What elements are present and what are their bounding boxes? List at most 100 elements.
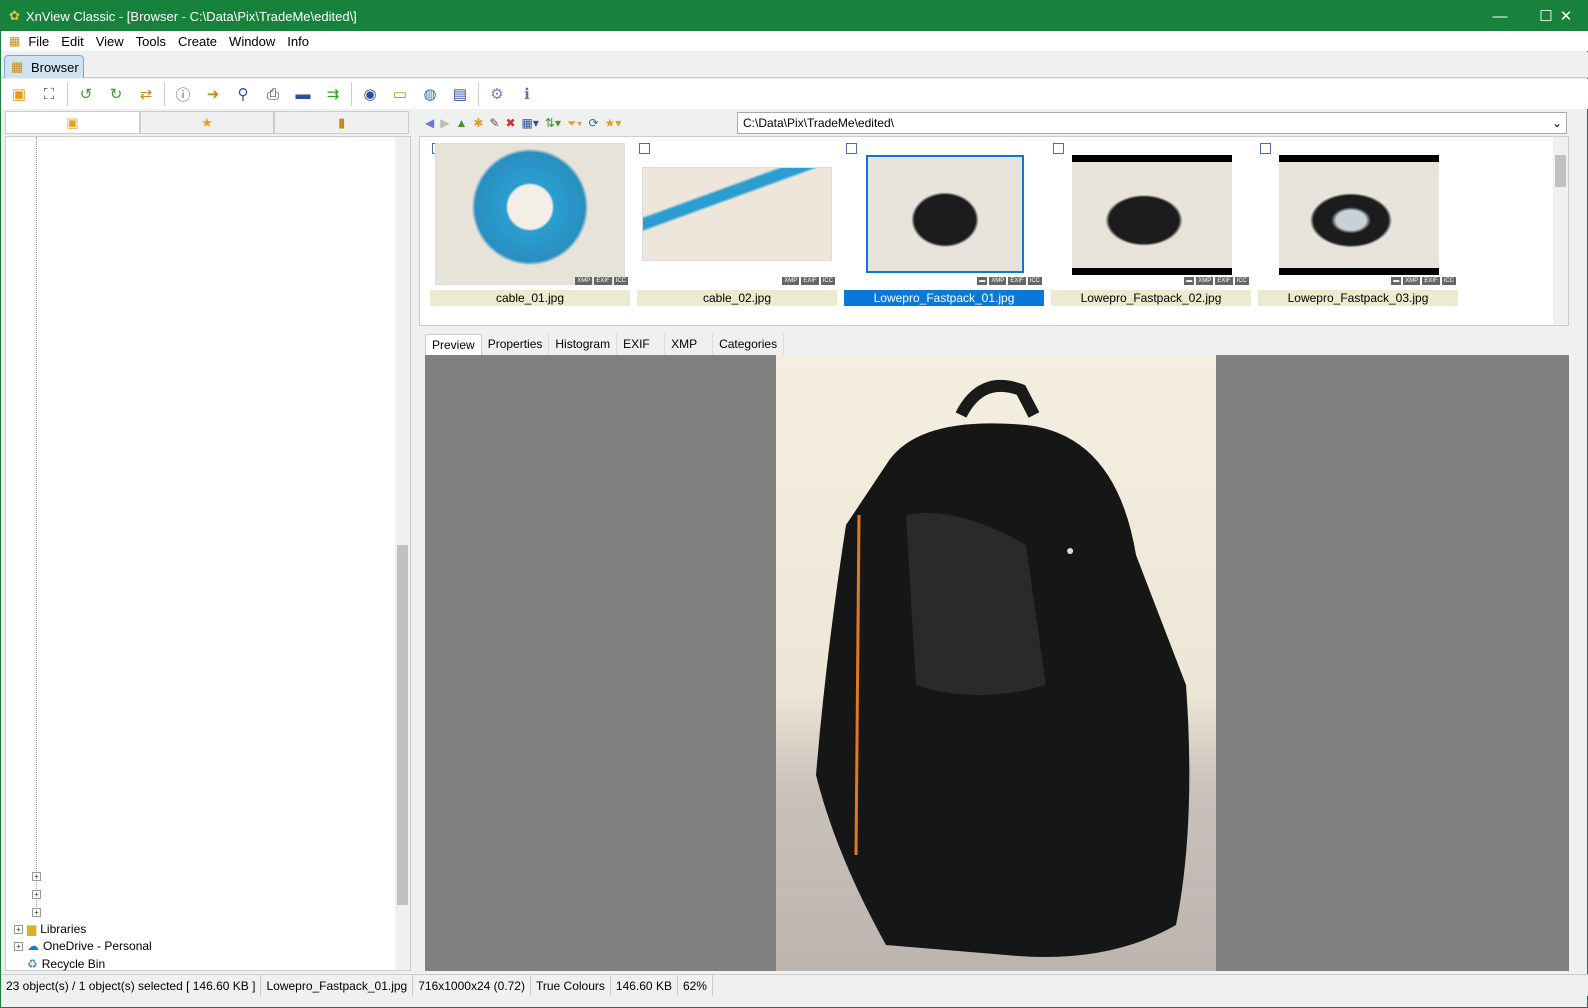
thumbnail-item[interactable]: XMP EXIF ICC cable_01.jpg: [430, 137, 630, 307]
expand-icon[interactable]: +: [14, 941, 23, 951]
folder-tree-icon: ▦: [11, 59, 24, 74]
batch-convert-icon[interactable]: ⇉: [321, 82, 345, 106]
thumbnail-scrollbar[interactable]: [1553, 137, 1568, 325]
tree-item-label: Libraries: [40, 922, 87, 936]
scan-icon[interactable]: ▬: [291, 82, 315, 106]
thumbnail-checkbox[interactable]: [1260, 143, 1271, 154]
sort-icon[interactable]: ⇅▾: [545, 116, 561, 130]
print-icon[interactable]: ⎙: [261, 82, 285, 106]
close-button[interactable]: ✕: [1543, 1, 1588, 31]
about-info-icon[interactable]: ℹ: [515, 82, 539, 106]
tab-histogram[interactable]: Histogram: [549, 334, 618, 355]
tab-categories[interactable]: Categories: [713, 334, 785, 355]
fullscreen-icon[interactable]: ⛶: [37, 82, 61, 106]
tree-item-recycle-bin[interactable]: ♻ Recycle Bin: [27, 957, 105, 971]
thumbnail-item[interactable]: ▬ XMP EXIF ICC Lowepro_Fastpack_02.jpg: [1051, 137, 1251, 307]
menu-info[interactable]: Info: [287, 34, 309, 49]
bookmark-icon: ▮: [338, 114, 346, 130]
tree-scrollbar[interactable]: [395, 137, 410, 970]
view-image-icon[interactable]: ▣: [7, 82, 31, 106]
view-mode-icon[interactable]: ▦▾: [522, 116, 539, 130]
menu-window[interactable]: Window: [229, 34, 275, 49]
thumbnail-label: Lowepro_Fastpack_02.jpg: [1051, 290, 1251, 306]
expand-icon[interactable]: +: [32, 890, 41, 899]
left-panel-tabs: ▣ ★ ▮: [5, 111, 410, 134]
panel-splitter[interactable]: [411, 136, 419, 971]
main-toolbar: ▣ ⛶ ↺ ↻ ⇄ ⓘ ➜ ⚲ ⎙ ▬ ⇉ ◉ ▭ ◍ ▤ ⚙ ℹ: [1, 79, 1588, 109]
favorites-icon[interactable]: ★▾: [605, 116, 622, 130]
slideshow-icon[interactable]: ▭: [388, 82, 412, 106]
expand-icon[interactable]: +: [32, 908, 41, 917]
new-folder-icon[interactable]: ✱: [473, 116, 483, 130]
contact-sheet-icon[interactable]: ▤: [448, 82, 472, 106]
preview-tabs: Preview Properties Histogram EXIF XMP Ca…: [425, 334, 1569, 355]
forward-icon[interactable]: ▶: [440, 116, 449, 130]
delete-icon[interactable]: ✖: [505, 116, 515, 130]
svg-text:●: ●: [1066, 542, 1074, 558]
path-text: C:\Data\Pix\TradeMe\edited\: [743, 116, 894, 130]
preview-image: ●: [776, 355, 1216, 971]
status-selection: 23 object(s) / 1 object(s) selected [ 14…: [1, 975, 262, 996]
thumbnail-item-selected[interactable]: ▬ XMP EXIF ICC Lowepro_Fastpack_01.jpg: [844, 137, 1044, 307]
thumbnail-label: cable_01.jpg: [430, 290, 630, 306]
tree-item-label: Recycle Bin: [41, 957, 106, 971]
back-icon[interactable]: ◀: [425, 116, 434, 130]
thumbnail-image: [866, 155, 1024, 273]
tab-preview[interactable]: Preview: [425, 334, 482, 355]
refresh-icon[interactable]: ⟳: [588, 116, 598, 130]
tab-browser[interactable]: ▦ Browser: [4, 55, 84, 78]
libraries-icon: ▆: [27, 922, 37, 936]
title-bar: ✿ XnView Classic - [Browser - C:\Data\Pi…: [1, 1, 1588, 31]
folder-tree[interactable]: + + + + ▆ Libraries + ☁ OneDrive - Personal …: [5, 136, 411, 971]
tab-exif[interactable]: EXIF: [617, 334, 666, 355]
path-input[interactable]: C:\Data\Pix\TradeMe\edited\ ⌄: [737, 112, 1567, 134]
rotate-right-icon[interactable]: ↻: [104, 82, 128, 106]
folders-icon: ▣: [66, 114, 79, 130]
status-bar: 23 object(s) / 1 object(s) selected [ 14…: [1, 974, 1588, 996]
thumbnail-image: [1279, 155, 1439, 275]
tab-xmp[interactable]: XMP: [665, 334, 714, 355]
thumbnail-label: Lowepro_Fastpack_03.jpg: [1258, 290, 1458, 306]
menu-create[interactable]: Create: [178, 34, 217, 49]
tree-item-libraries[interactable]: + ▆ Libraries: [14, 922, 86, 936]
capture-icon[interactable]: ◉: [358, 82, 382, 106]
navigation-toolbar: ◀ ▶ ▲ ✱ ✎ ✖ ▦▾ ⇅▾ ⏷▾ ⟳ ★▾ C:\Data\Pix\Tr…: [419, 111, 1569, 135]
scrollbar-thumb[interactable]: [1555, 155, 1566, 187]
convert-icon[interactable]: ⇄: [134, 82, 158, 106]
thumbnail-checkbox[interactable]: [639, 143, 650, 154]
menu-view[interactable]: View: [96, 34, 124, 49]
tab-favorites[interactable]: ★: [139, 111, 275, 134]
rotate-left-icon[interactable]: ↺: [74, 82, 98, 106]
thumbnail-item[interactable]: ▬ XMP EXIF ICC Lowepro_Fastpack_03.jpg: [1258, 137, 1458, 307]
chevron-down-icon[interactable]: ⌄: [1552, 116, 1562, 130]
thumbnail-item[interactable]: XMP EXIF ICC cable_02.jpg: [637, 137, 837, 307]
app-logo-icon: ✿: [9, 8, 20, 23]
tab-properties[interactable]: Properties: [482, 334, 550, 355]
rename-icon[interactable]: ✎: [489, 116, 499, 130]
thumbnail-checkbox[interactable]: [1053, 143, 1064, 154]
menu-file[interactable]: File: [28, 34, 49, 49]
status-zoom: 62%: [678, 975, 713, 996]
scrollbar-thumb[interactable]: [397, 545, 408, 905]
filter-icon[interactable]: ⏷▾: [567, 116, 582, 131]
up-folder-icon[interactable]: ▲: [455, 116, 467, 130]
expand-icon[interactable]: +: [32, 872, 41, 881]
web-page-icon[interactable]: ◍: [418, 82, 442, 106]
image-preview: ●: [425, 355, 1569, 971]
document-tab-bar: ▦ Browser: [1, 52, 1588, 78]
expand-icon[interactable]: +: [14, 924, 23, 934]
thumbnail-checkbox[interactable]: [846, 143, 857, 154]
cloud-icon: ☁: [27, 939, 39, 953]
tab-categories[interactable]: ▮: [274, 111, 410, 134]
tab-folders[interactable]: ▣: [5, 111, 140, 134]
backpack-photo: ●: [816, 380, 1190, 957]
star-icon: ★: [201, 114, 213, 130]
settings-gear-icon[interactable]: ⚙: [485, 82, 509, 106]
tree-item-onedrive[interactable]: + ☁ OneDrive - Personal: [14, 939, 152, 953]
move-copy-icon[interactable]: ➜: [201, 82, 225, 106]
menu-edit[interactable]: Edit: [61, 34, 83, 49]
file-info-icon[interactable]: ⓘ: [171, 82, 195, 106]
search-binoculars-icon[interactable]: ⚲: [231, 82, 255, 106]
menu-tools[interactable]: Tools: [136, 34, 166, 49]
thumbnail-image: [1072, 155, 1232, 275]
